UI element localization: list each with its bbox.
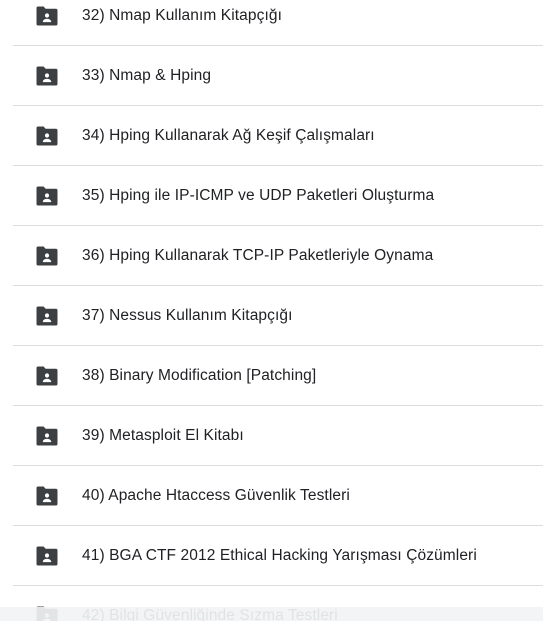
folder-row[interactable]: 32) Nmap Kullanım Kitapçığı (0, 0, 543, 46)
shared-folder-icon (36, 366, 58, 386)
folder-list: 32) Nmap Kullanım Kitapçığı 33) Nmap & Hp… (0, 0, 543, 621)
folder-row[interactable]: 40) Apache Htaccess Güvenlik Testleri (0, 466, 543, 526)
folder-name: 40) Apache Htaccess Güvenlik Testleri (82, 487, 350, 504)
folder-name: 35) Hping ile IP-ICMP ve UDP Paketleri O… (82, 187, 435, 204)
folder-row[interactable]: 38) Binary Modification [Patching] (0, 346, 543, 406)
folder-list-viewport: 32) Nmap Kullanım Kitapçığı 33) Nmap & Hp… (0, 0, 543, 621)
folder-row[interactable]: 36) Hping Kullanarak TCP-IP Paketleriyle… (0, 226, 543, 286)
folder-name: 42) Bilgi Güvenliğinde Sızma Testleri (82, 607, 338, 621)
shared-folder-icon (36, 246, 58, 266)
folder-name: 34) Hping Kullanarak Ağ Keşif Çalışmalar… (82, 127, 375, 144)
folder-row[interactable]: 41) BGA CTF 2012 Ethical Hacking Yarışma… (0, 526, 543, 586)
folder-name: 36) Hping Kullanarak TCP-IP Paketleriyle… (82, 247, 434, 264)
folder-row[interactable]: 35) Hping ile IP-ICMP ve UDP Paketleri O… (0, 166, 543, 226)
folder-name: 39) Metasploit El Kitabı (82, 427, 244, 444)
folder-name: 41) BGA CTF 2012 Ethical Hacking Yarışma… (82, 547, 477, 564)
folder-name: 32) Nmap Kullanım Kitapçığı (82, 7, 282, 24)
shared-folder-icon (36, 6, 58, 26)
folder-row[interactable]: 42) Bilgi Güvenliğinde Sızma Testleri (0, 586, 543, 621)
shared-folder-icon (36, 186, 58, 206)
folder-row[interactable]: 33) Nmap & Hping (0, 46, 543, 106)
shared-folder-icon (36, 546, 58, 566)
shared-folder-icon (36, 306, 58, 326)
folder-row[interactable]: 39) Metasploit El Kitabı (0, 406, 543, 466)
shared-folder-icon (36, 426, 58, 446)
shared-folder-icon (36, 66, 58, 86)
folder-name: 37) Nessus Kullanım Kitapçığı (82, 307, 293, 324)
folder-name: 38) Binary Modification [Patching] (82, 367, 317, 384)
shared-folder-icon (36, 486, 58, 506)
folder-name: 33) Nmap & Hping (82, 67, 212, 84)
shared-folder-icon (36, 606, 58, 621)
folder-row[interactable]: 34) Hping Kullanarak Ağ Keşif Çalışmalar… (0, 106, 543, 166)
shared-folder-icon (36, 126, 58, 146)
folder-row[interactable]: 37) Nessus Kullanım Kitapçığı (0, 286, 543, 346)
